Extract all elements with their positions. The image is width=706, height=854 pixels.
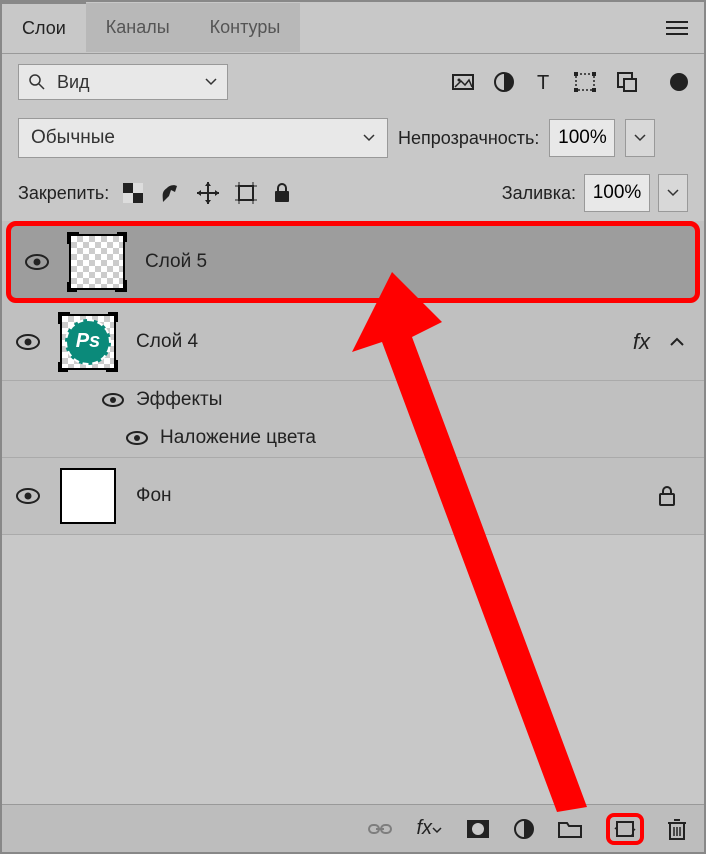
visibility-toggle-icon[interactable] <box>16 334 40 350</box>
search-icon <box>29 74 45 90</box>
svg-text:T: T <box>537 72 549 92</box>
filter-shape-icon[interactable] <box>574 72 596 92</box>
effects-header[interactable]: Эффекты <box>102 381 704 419</box>
link-layers-icon[interactable] <box>368 822 392 836</box>
opacity-input[interactable]: 100% <box>549 119 615 157</box>
lock-row: Закрепить: Заливка: 100% <box>2 166 704 223</box>
fill-label: Заливка: <box>502 183 576 204</box>
layer-effects-group: Эффекты Наложение цвета <box>2 381 704 457</box>
visibility-toggle-icon[interactable] <box>25 254 49 270</box>
layer-thumbnail[interactable] <box>69 234 125 290</box>
delete-layer-icon[interactable] <box>668 818 686 840</box>
group-icon[interactable] <box>558 820 582 838</box>
collapse-chevron-icon[interactable] <box>670 337 684 347</box>
layer-row[interactable]: Фон <box>2 457 704 535</box>
lock-label: Закрепить: <box>18 183 109 204</box>
tab-paths[interactable]: Контуры <box>190 3 301 52</box>
adjustment-layer-icon[interactable] <box>514 819 534 839</box>
opacity-label: Непрозрачность: <box>398 128 539 149</box>
lock-all-icon[interactable] <box>273 183 291 203</box>
filter-pixel-icon[interactable] <box>452 72 474 92</box>
fill-chevron-button[interactable] <box>658 174 688 212</box>
layer-name[interactable]: Слой 4 <box>136 331 198 353</box>
tab-layers[interactable]: Слои <box>2 2 86 53</box>
filter-row: Вид T <box>2 54 704 110</box>
fx-badge[interactable]: fx <box>633 329 650 355</box>
lock-position-icon[interactable] <box>197 182 219 204</box>
layer-thumbnail[interactable]: Ps <box>60 314 116 370</box>
layer-name[interactable]: Слой 5 <box>145 251 207 273</box>
effects-title: Эффекты <box>136 389 222 411</box>
visibility-toggle-icon[interactable] <box>102 393 124 407</box>
lock-image-icon[interactable] <box>159 182 181 204</box>
layers-bottom-bar: fx <box>2 804 704 852</box>
chevron-down-icon <box>363 134 375 142</box>
layer-thumbnail[interactable] <box>60 468 116 524</box>
lock-icon[interactable] <box>658 486 676 506</box>
layer-row[interactable]: Ps Слой 4 fx <box>2 303 704 381</box>
blend-mode-select[interactable]: Обычные <box>18 118 388 158</box>
ps-icon: Ps <box>65 319 111 365</box>
blend-mode-row: Обычные Непрозрачность: 100% <box>2 110 704 166</box>
layers-list: Слой 5 Ps Слой 4 fx Эффекты Наложение цв… <box>2 221 704 535</box>
filter-adjustment-icon[interactable] <box>494 72 514 92</box>
filter-type-select[interactable]: Вид <box>18 64 228 100</box>
visibility-toggle-icon[interactable] <box>16 488 40 504</box>
fill-input[interactable]: 100% <box>584 174 650 212</box>
panel-tabs: Слои Каналы Контуры <box>2 2 704 54</box>
effect-item[interactable]: Наложение цвета <box>102 419 704 457</box>
effect-name: Наложение цвета <box>160 427 316 449</box>
visibility-toggle-icon[interactable] <box>126 431 148 445</box>
new-layer-icon[interactable] <box>606 813 644 845</box>
panel-menu-icon[interactable] <box>666 20 688 36</box>
layer-style-icon[interactable]: fx <box>416 817 442 840</box>
filter-smartobject-icon[interactable] <box>616 71 638 93</box>
blend-mode-value: Обычные <box>31 127 115 149</box>
tab-channels[interactable]: Каналы <box>86 3 190 52</box>
lock-artboard-icon[interactable] <box>235 182 257 204</box>
layer-row[interactable]: Слой 5 <box>6 221 700 303</box>
filter-type-icon[interactable]: T <box>534 72 554 92</box>
filter-toggle-icon[interactable] <box>670 73 688 91</box>
filter-type-label: Вид <box>57 72 90 93</box>
lock-transparent-icon[interactable] <box>123 183 143 203</box>
chevron-down-icon <box>205 78 217 86</box>
layer-name[interactable]: Фон <box>136 485 172 507</box>
layer-mask-icon[interactable] <box>466 819 490 839</box>
opacity-chevron-button[interactable] <box>625 119 655 157</box>
